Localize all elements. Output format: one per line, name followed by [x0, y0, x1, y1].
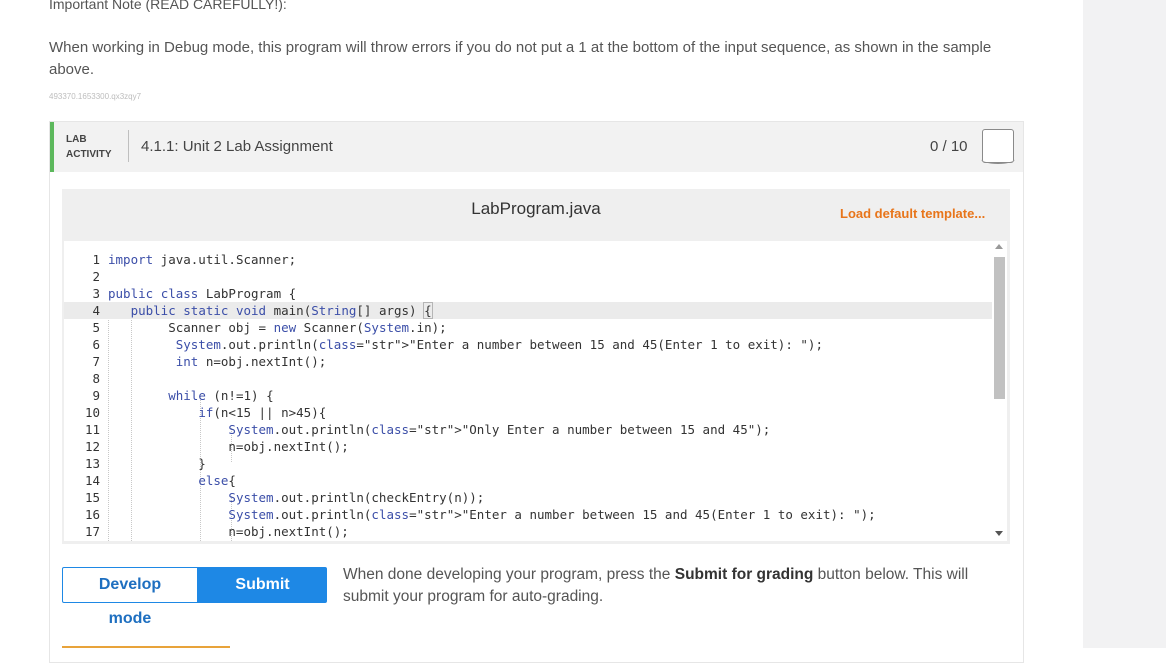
- code-text: System.out.println(class="str">"Only Ent…: [228, 422, 771, 437]
- line-number: 17: [84, 524, 100, 539]
- code-text: n=obj.nextInt();: [108, 524, 349, 539]
- lab-score: 0 / 10: [930, 138, 968, 155]
- line-number: 14: [84, 473, 100, 488]
- note-heading: Important Note (READ CAREFULLY!):: [49, 0, 287, 12]
- lab-title: 4.1.1: Unit 2 Lab Assignment: [141, 138, 333, 155]
- code-text: public static void main(String[] args) {: [130, 302, 433, 319]
- editor-scrollbar[interactable]: [992, 241, 1007, 541]
- line-number: 11: [84, 422, 100, 437]
- code-text: System.out.println(class="str">"Enter a …: [175, 337, 823, 352]
- code-line[interactable]: 4 public static void main(String[] args)…: [64, 302, 992, 319]
- line-number: 6: [92, 337, 100, 352]
- line-number: 2: [92, 269, 100, 284]
- line-number: 7: [92, 354, 100, 369]
- scroll-up-arrow-icon[interactable]: [995, 244, 1003, 249]
- note-body: When working in Debug mode, this program…: [49, 39, 992, 78]
- load-default-template-link[interactable]: Load default template...: [840, 206, 985, 221]
- code-text: import java.util.Scanner;: [108, 252, 297, 267]
- code-text: while (n!=1) {: [168, 388, 274, 403]
- lab-tag-line1: LAB: [66, 134, 87, 145]
- line-number: 15: [84, 490, 100, 505]
- code-text: System.out.println(checkEntry(n));: [228, 490, 485, 505]
- scroll-down-arrow-icon[interactable]: [995, 531, 1003, 536]
- develop-mode-button[interactable]: Develop mode: [62, 567, 198, 627]
- line-number: 10: [84, 405, 100, 420]
- score-ribbon-icon: [981, 129, 1015, 164]
- note-id: 493370.1653300.qx3zqy7: [49, 92, 142, 101]
- code-text: }: [108, 456, 206, 471]
- line-number: 9: [92, 388, 100, 403]
- code-text: int n=obj.nextInt();: [175, 354, 327, 369]
- line-number: 4: [92, 303, 100, 318]
- code-text: public class LabProgram {: [108, 286, 297, 301]
- submit-instructions: When done developing your program, press…: [343, 564, 983, 608]
- lab-header: LAB ACTIVITY 4.1.1: Unit 2 Lab Assignmen…: [50, 122, 1023, 172]
- code-text: if(n<15 || n>45){: [198, 405, 327, 420]
- code-editor-panel: LabProgram.java Load default template...…: [62, 189, 1010, 544]
- submit-note-bold: Submit for grading: [674, 566, 814, 583]
- submit-note-text: When done developing your program, press…: [343, 566, 675, 583]
- code-text: System.out.println(class="str">"Enter a …: [228, 507, 876, 522]
- mode-toggle-group: Develop mode Submit mode: [62, 567, 327, 627]
- code-editor[interactable]: 1 import java.util.Scanner; 2 3 public class…: [64, 241, 992, 541]
- code-text: else{: [198, 473, 236, 488]
- code-text: n=obj.nextInt();: [108, 439, 349, 454]
- line-number: 16: [84, 507, 100, 522]
- header-divider: [128, 130, 129, 162]
- line-number: 12: [84, 439, 100, 454]
- scroll-thumb[interactable]: [994, 257, 1005, 399]
- line-number: 13: [84, 456, 100, 471]
- lab-tag-line2: ACTIVITY: [66, 149, 112, 160]
- line-number: 8: [92, 371, 100, 386]
- submit-mode-button[interactable]: Submit mode: [198, 567, 327, 627]
- line-number: 5: [92, 320, 100, 335]
- code-text: Scanner obj = new Scanner(System.in);: [108, 320, 447, 335]
- line-number: 1: [92, 252, 100, 267]
- page-right-gutter: [1083, 0, 1166, 648]
- lab-activity-tag: LAB ACTIVITY: [66, 132, 112, 162]
- line-number: 3: [92, 286, 100, 301]
